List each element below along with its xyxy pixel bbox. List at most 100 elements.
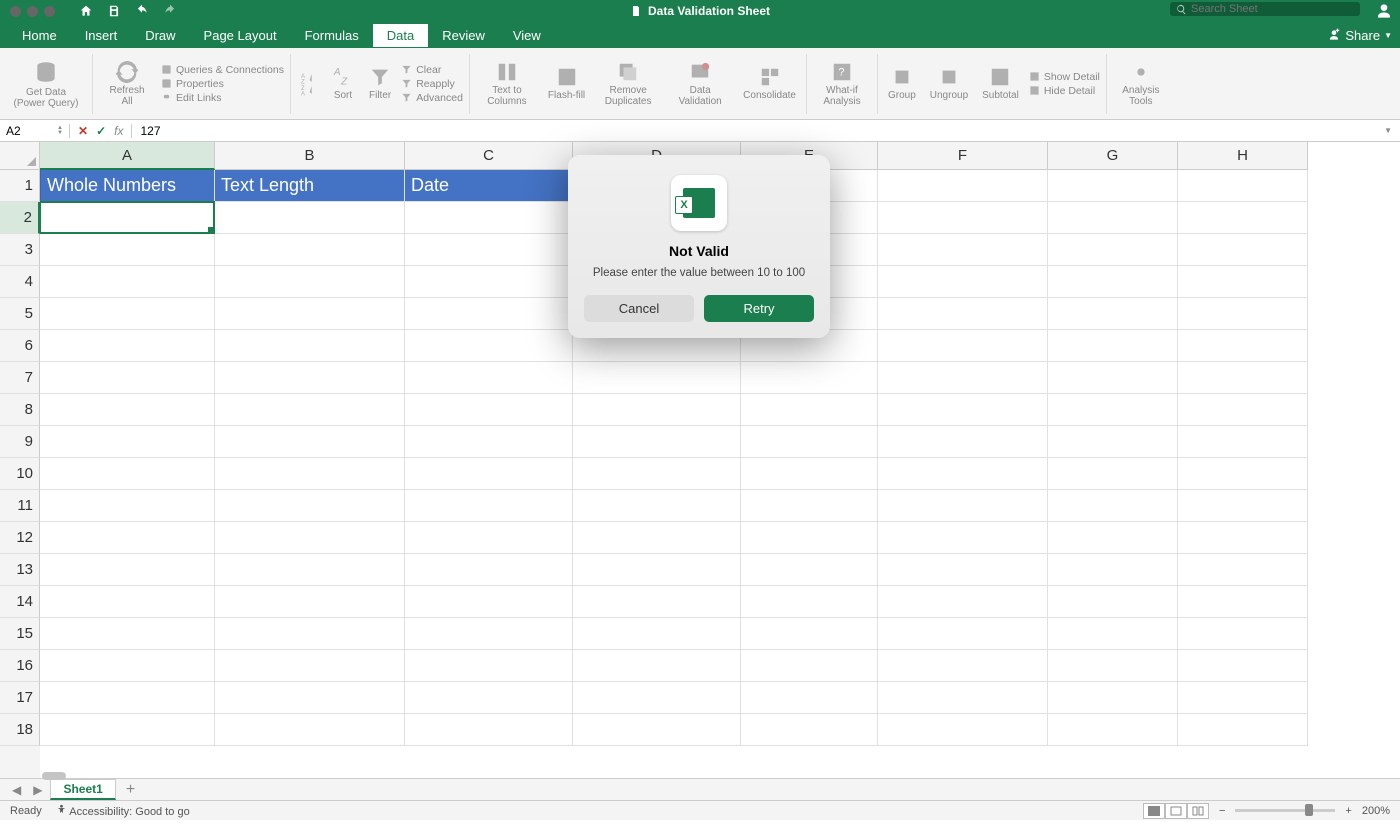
column-header[interactable]: A (40, 142, 215, 170)
cell[interactable] (405, 490, 573, 522)
hide-detail-button[interactable]: Hide Detail (1029, 85, 1100, 97)
column-header[interactable]: G (1048, 142, 1178, 170)
cell[interactable] (405, 586, 573, 618)
row-header[interactable]: 12 (0, 522, 40, 554)
row-header[interactable]: 14 (0, 586, 40, 618)
row-header[interactable]: 5 (0, 298, 40, 330)
cell[interactable] (573, 394, 741, 426)
cell[interactable] (1178, 266, 1308, 298)
cell[interactable] (1178, 202, 1308, 234)
cell[interactable] (405, 618, 573, 650)
expand-formula-bar-icon[interactable]: ▼ (1376, 126, 1400, 135)
cell[interactable] (1178, 714, 1308, 746)
tab-insert[interactable]: Insert (71, 24, 132, 47)
cell[interactable] (878, 394, 1048, 426)
cell[interactable] (1048, 394, 1178, 426)
row-header[interactable]: 7 (0, 362, 40, 394)
cell[interactable] (1048, 650, 1178, 682)
row-header[interactable]: 11 (0, 490, 40, 522)
cell[interactable] (573, 586, 741, 618)
normal-view-icon[interactable] (1143, 803, 1165, 819)
sort-az-button[interactable]: AZ ZA (297, 72, 321, 96)
cell[interactable] (1178, 522, 1308, 554)
sort-button[interactable]: AZ Sort (327, 66, 359, 101)
sheet-nav-prev[interactable]: ◀ (8, 783, 25, 797)
cell[interactable] (573, 618, 741, 650)
cell[interactable] (1048, 362, 1178, 394)
user-icon[interactable] (1376, 3, 1392, 19)
cell[interactable] (1048, 330, 1178, 362)
tab-formulas[interactable]: Formulas (291, 24, 373, 47)
cancel-button[interactable]: Cancel (584, 295, 694, 322)
cell[interactable] (405, 682, 573, 714)
cell[interactable] (878, 362, 1048, 394)
zoom-slider[interactable] (1235, 809, 1335, 812)
cell[interactable] (1178, 298, 1308, 330)
cell[interactable] (1048, 202, 1178, 234)
cancel-formula-icon[interactable]: ✕ (78, 124, 88, 138)
cell[interactable] (1048, 298, 1178, 330)
cell[interactable] (1178, 650, 1308, 682)
cell[interactable] (878, 682, 1048, 714)
cell[interactable] (40, 522, 215, 554)
queries-connections-button[interactable]: Queries & Connections (161, 64, 284, 76)
cell[interactable] (1178, 394, 1308, 426)
cell[interactable] (573, 426, 741, 458)
cell[interactable] (1178, 490, 1308, 522)
cell[interactable] (741, 714, 878, 746)
name-box-dropdown-icon[interactable]: ▲▼ (57, 126, 63, 136)
row-header[interactable]: 8 (0, 394, 40, 426)
cell[interactable] (1178, 330, 1308, 362)
cell[interactable] (878, 554, 1048, 586)
search-input[interactable] (1191, 3, 1341, 15)
cell[interactable]: Text Length (215, 170, 405, 202)
save-icon[interactable] (107, 4, 121, 18)
sort-za-button[interactable]: ZA (301, 84, 317, 96)
cell[interactable] (215, 682, 405, 714)
cell[interactable] (1178, 362, 1308, 394)
row-header[interactable]: 10 (0, 458, 40, 490)
cell[interactable] (405, 394, 573, 426)
zoom-out-button[interactable]: − (1219, 805, 1225, 817)
fx-icon[interactable]: fx (114, 124, 123, 138)
column-header[interactable]: B (215, 142, 405, 170)
get-data-button[interactable]: Get Data (Power Query) (6, 59, 86, 109)
cell[interactable] (40, 682, 215, 714)
zoom-in-button[interactable]: + (1345, 805, 1351, 817)
tab-page-layout[interactable]: Page Layout (190, 24, 291, 47)
cell[interactable] (40, 362, 215, 394)
view-mode-buttons[interactable] (1143, 803, 1209, 819)
cell[interactable] (405, 426, 573, 458)
cell[interactable] (878, 618, 1048, 650)
cell[interactable] (405, 650, 573, 682)
cell[interactable] (741, 362, 878, 394)
cell[interactable] (878, 234, 1048, 266)
cell[interactable] (405, 522, 573, 554)
cell[interactable] (215, 266, 405, 298)
cell[interactable] (573, 554, 741, 586)
retry-button[interactable]: Retry (704, 295, 814, 322)
zoom-level[interactable]: 200% (1362, 805, 1390, 817)
window-controls[interactable] (10, 6, 55, 17)
properties-button[interactable]: Properties (161, 78, 284, 90)
cell[interactable] (215, 650, 405, 682)
home-icon[interactable] (79, 4, 93, 18)
cell[interactable] (1178, 682, 1308, 714)
tab-review[interactable]: Review (428, 24, 499, 47)
sheet-nav-next[interactable]: ▶ (29, 783, 46, 797)
cell[interactable] (878, 266, 1048, 298)
consolidate-button[interactable]: Consolidate (739, 66, 800, 101)
cell[interactable] (215, 330, 405, 362)
cell[interactable] (215, 586, 405, 618)
cell[interactable] (878, 586, 1048, 618)
search-box[interactable] (1170, 2, 1360, 16)
cell[interactable] (1178, 618, 1308, 650)
cell[interactable] (1048, 522, 1178, 554)
cell[interactable] (573, 458, 741, 490)
formula-input[interactable]: 127 (132, 124, 1376, 138)
cell[interactable] (573, 714, 741, 746)
cell[interactable] (40, 714, 215, 746)
cell[interactable] (573, 490, 741, 522)
cell[interactable] (573, 522, 741, 554)
cell[interactable] (878, 458, 1048, 490)
